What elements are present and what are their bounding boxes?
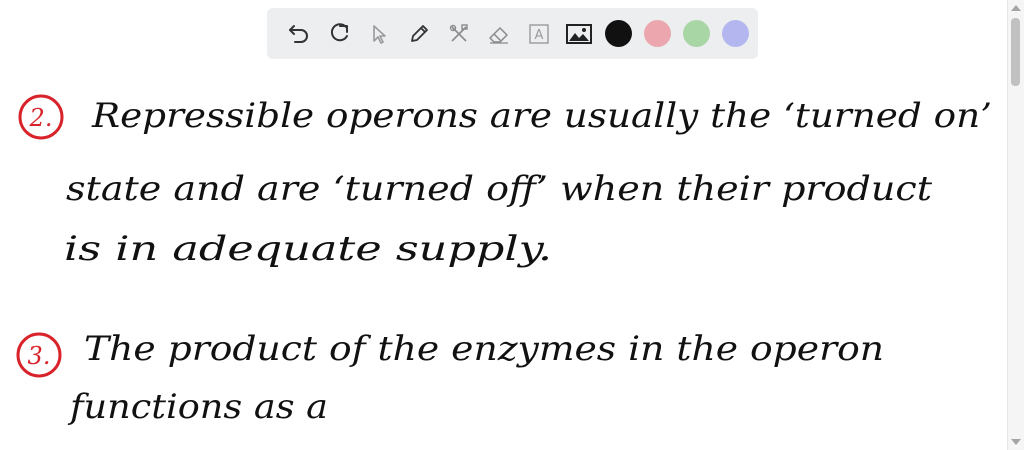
item3-line2: functions as a bbox=[67, 387, 328, 427]
item3-number: 3. bbox=[28, 342, 51, 370]
vertical-scrollbar[interactable] bbox=[1007, 0, 1024, 450]
scroll-down-icon[interactable] bbox=[1011, 439, 1021, 445]
whiteboard-canvas[interactable]: 2. Repressible operons are usually the ‘… bbox=[0, 0, 1024, 450]
item2-line2: state and are ‘turned off’ when their pr… bbox=[66, 169, 932, 209]
item2-line1: Repressible operons are usually the ‘tur… bbox=[91, 96, 992, 136]
scroll-thumb[interactable] bbox=[1011, 18, 1020, 86]
item2-number: 2. bbox=[29, 104, 53, 132]
item2-line3: is in adequate supply. bbox=[64, 229, 552, 269]
scroll-up-icon[interactable] bbox=[1011, 5, 1021, 11]
item3-line1: The product of the enzymes in the operon bbox=[84, 329, 884, 369]
